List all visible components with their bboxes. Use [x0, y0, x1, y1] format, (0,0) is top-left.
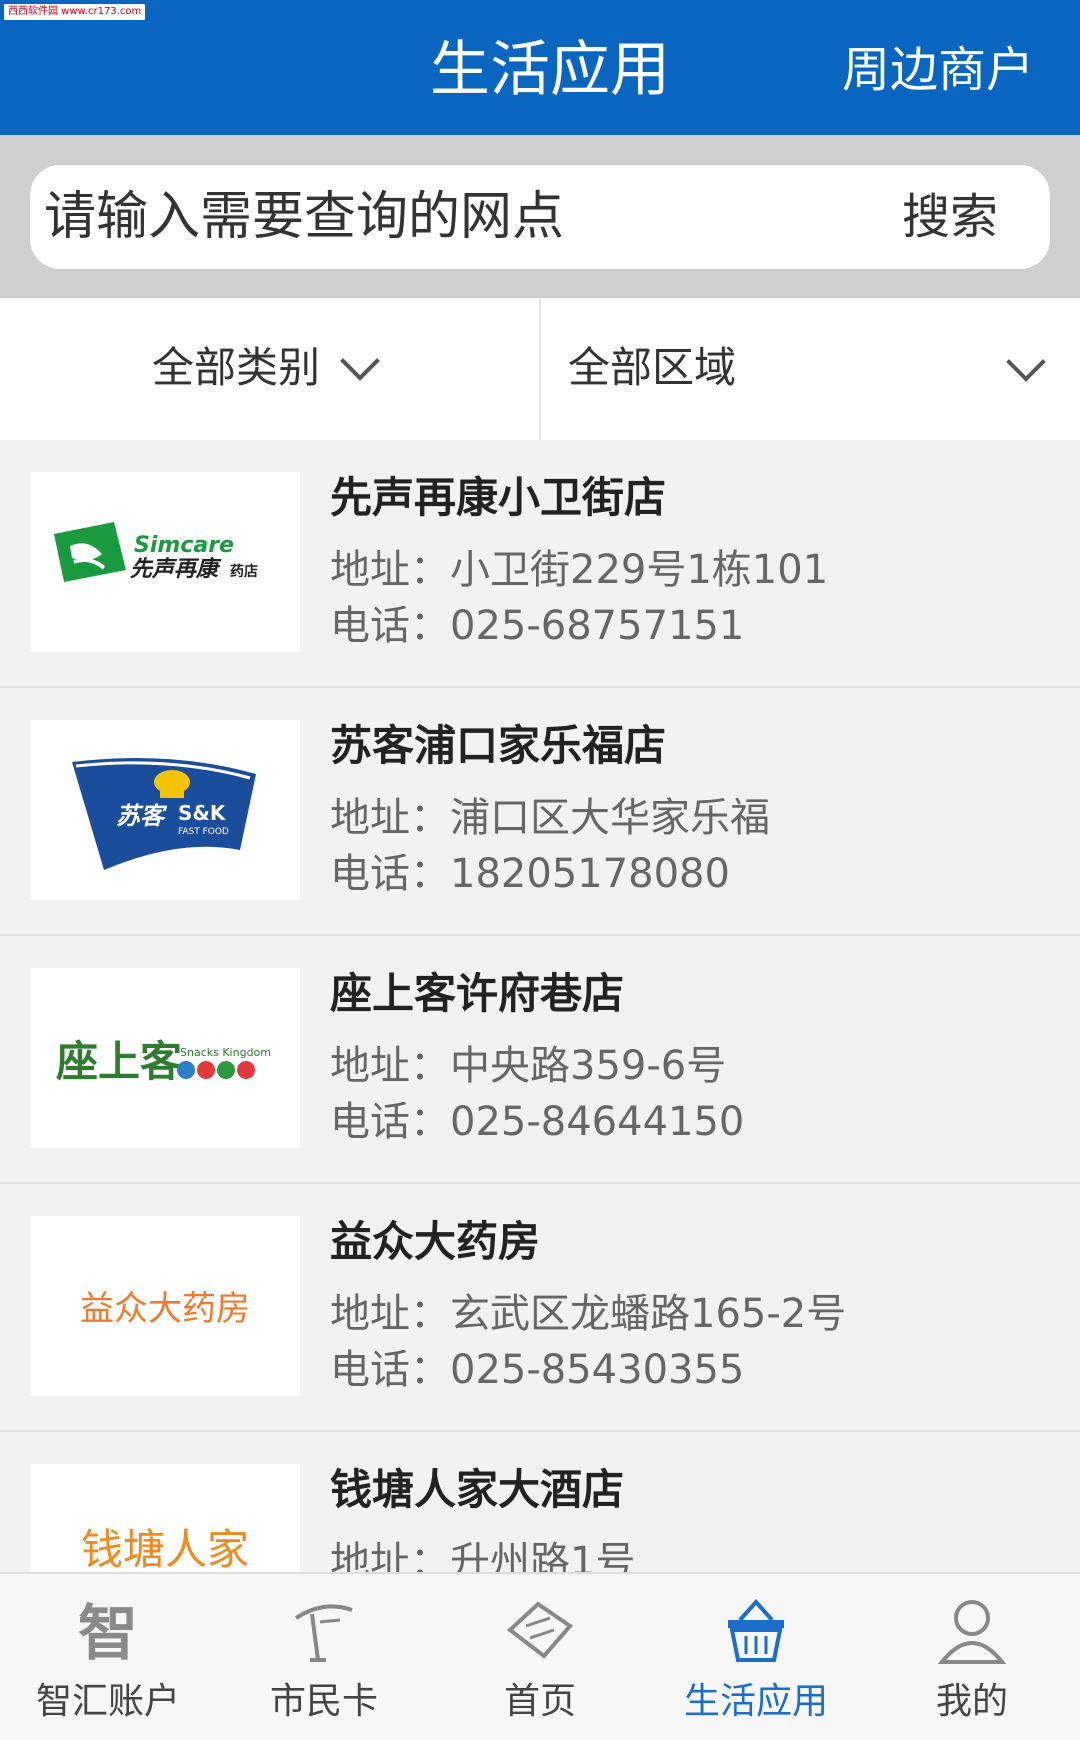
chevron-down-icon	[340, 341, 380, 381]
list-item[interactable]: 座上客 Snacks Kingdom 座上客许府巷店 地址：中央路359-6号 …	[0, 936, 1080, 1184]
svg-text:益众大药房: 益众大药房	[80, 1289, 250, 1329]
store-name: 先声再康小卫街店	[330, 473, 667, 522]
search-bar: 搜索	[0, 135, 1080, 298]
list-item[interactable]: 苏客 S&K FAST FOOD 苏客浦口家乐福店 地址：浦口区大华家乐福 电话…	[0, 688, 1080, 936]
zhi-icon: 智	[78, 1599, 138, 1669]
card-icon	[294, 1604, 353, 1662]
user-icon	[937, 1600, 1007, 1664]
qiantang-logo-icon: 钱塘人家	[81, 1525, 249, 1572]
filter-bar: 全部类别 全部区域	[0, 298, 1080, 440]
svg-text:S&K: S&K	[178, 801, 227, 825]
store-address: 地址：小卫街229号1栋101	[330, 547, 829, 593]
svg-text:苏客: 苏客	[116, 802, 168, 830]
tab-life-apps[interactable]: 生活应用	[648, 1574, 864, 1740]
svg-text:Simcare: Simcare	[134, 533, 234, 558]
category-dropdown[interactable]: 全部类别	[152, 338, 380, 398]
filter-divider	[539, 298, 541, 440]
svg-text:钱塘人家: 钱塘人家	[81, 1525, 249, 1572]
bottom-tab-bar: 智 智汇账户 市民卡 首页 生活应用 我的	[0, 1572, 1080, 1740]
store-phone: 电话：025-85430355	[330, 1347, 745, 1393]
svg-text:药店: 药店	[230, 563, 258, 580]
store-name: 益众大药房	[330, 1217, 541, 1266]
zuoshangke-logo-icon: 座上客 Snacks Kingdom	[56, 1037, 271, 1086]
search-button[interactable]: 搜索	[902, 187, 998, 247]
area-label: 全部区域	[568, 343, 737, 392]
app-root: 西西软件园 www.cr173.com 生活应用 周边商户 搜索 全部类别 全部…	[0, 0, 1080, 1740]
svg-text:Snacks Kingdom: Snacks Kingdom	[180, 1046, 271, 1059]
store-logo-qiantang: 钱塘人家	[30, 1464, 300, 1572]
svg-text:先声再康: 先声再康	[130, 556, 222, 582]
category-label: 全部类别	[152, 343, 321, 392]
store-logo-yizhong: 益众大药房	[30, 1216, 300, 1396]
tab-mine[interactable]: 我的	[864, 1574, 1080, 1740]
store-address: 地址：浦口区大华家乐福	[330, 795, 770, 841]
list-item[interactable]: Simcare 先声再康 药店 先声再康小卫街店 地址：小卫街229号1栋101…	[0, 440, 1080, 688]
search-input[interactable]	[44, 165, 864, 269]
store-name: 座上客许府巷店	[330, 969, 625, 1018]
header-bar: 西西软件园 www.cr173.com 生活应用 周边商户	[0, 0, 1080, 135]
tab-label: 市民卡	[269, 1681, 378, 1722]
store-logo-zuoshangke: 座上客 Snacks Kingdom	[30, 968, 300, 1148]
basket-icon	[728, 1598, 784, 1662]
tab-citizen-card[interactable]: 市民卡	[216, 1574, 432, 1740]
simcare-logo-icon: Simcare 先声再康 药店	[54, 522, 258, 582]
tab-label: 智汇账户	[35, 1681, 180, 1722]
store-address: 地址：中央路359-6号	[330, 1043, 727, 1089]
list-item[interactable]: 益众大药房 益众大药房 地址：玄武区龙蟠路165-2号 电话：025-85430…	[0, 1184, 1080, 1432]
svg-text:FAST FOOD: FAST FOOD	[178, 827, 229, 837]
store-phone: 电话：025-68757151	[330, 603, 745, 649]
tab-label: 首页	[503, 1681, 576, 1722]
search-box: 搜索	[30, 165, 1050, 269]
tab-home[interactable]: 首页	[432, 1574, 648, 1740]
yizhong-logo-icon: 益众大药房	[80, 1289, 250, 1329]
page-title: 生活应用	[430, 35, 670, 105]
store-list[interactable]: Simcare 先声再康 药店 先声再康小卫街店 地址：小卫街229号1栋101…	[0, 440, 1080, 1572]
svg-text:座上客: 座上客	[56, 1037, 182, 1086]
store-address: 地址：玄武区龙蟠路165-2号	[330, 1291, 847, 1337]
svg-text:智: 智	[78, 1599, 138, 1669]
store-logo-simcare: Simcare 先声再康 药店	[30, 472, 300, 652]
tab-label: 生活应用	[683, 1681, 828, 1722]
store-address: 地址：升州路1号	[330, 1539, 636, 1572]
store-phone: 电话：18205178080	[330, 851, 730, 897]
store-name: 钱塘人家大酒店	[330, 1465, 625, 1514]
tab-zhihui-account[interactable]: 智 智汇账户	[0, 1574, 216, 1740]
store-name: 苏客浦口家乐福店	[330, 721, 667, 770]
store-phone: 电话：025-84644150	[330, 1099, 745, 1145]
home-icon	[506, 1601, 573, 1659]
watermark: 西西软件园 www.cr173.com	[4, 4, 146, 20]
area-dropdown[interactable]: 全部区域	[568, 338, 736, 398]
nearby-merchants-button[interactable]: 周边商户	[842, 40, 1034, 100]
store-logo-suke: 苏客 S&K FAST FOOD	[30, 720, 300, 900]
tab-label: 我的	[935, 1681, 1008, 1722]
suke-logo-icon: 苏客 S&K FAST FOOD	[72, 758, 256, 870]
list-item[interactable]: 钱塘人家 钱塘人家大酒店 地址：升州路1号	[0, 1432, 1080, 1572]
